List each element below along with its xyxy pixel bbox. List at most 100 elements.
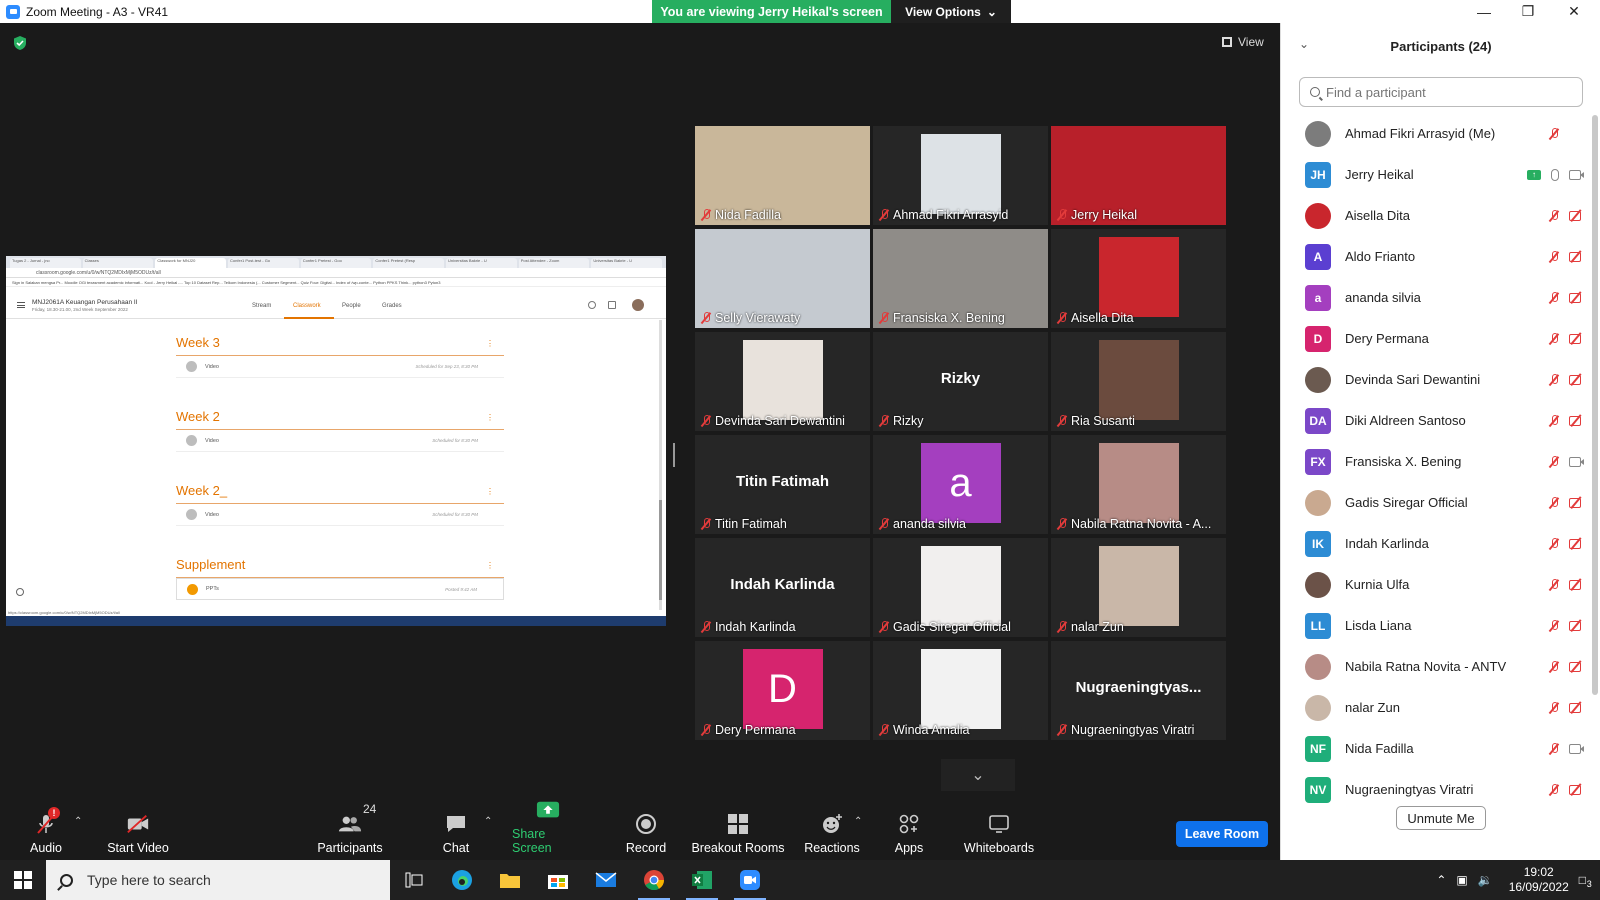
video-tile[interactable]: Jerry Heikal xyxy=(1051,126,1226,225)
participant-row[interactable]: Devinda Sari Dewantini xyxy=(1281,359,1591,400)
view-options-button[interactable]: View Options ⌄ xyxy=(891,0,1011,23)
search-input[interactable] xyxy=(1326,84,1566,100)
scrollbar[interactable] xyxy=(1592,115,1598,695)
tile-name-label: Nida Fadilla xyxy=(701,208,781,222)
participant-row[interactable]: Aisella Dita xyxy=(1281,195,1591,236)
taskbar-mail[interactable] xyxy=(582,860,630,900)
task-view-button[interactable] xyxy=(390,860,438,900)
chat-options-caret[interactable]: ⌃ xyxy=(484,816,492,827)
list-item: PPTs Posted 9:42 AM xyxy=(176,578,504,600)
taskbar-chrome[interactable] xyxy=(630,860,678,900)
video-tile[interactable]: nalar Zun xyxy=(1051,538,1226,637)
participant-row[interactable]: Kurnia Ulfa xyxy=(1281,564,1591,605)
record-button[interactable]: Record xyxy=(626,800,666,860)
taskbar-store[interactable] xyxy=(534,860,582,900)
profile-picture xyxy=(1098,443,1179,523)
gallery-next-button[interactable]: ⌄ xyxy=(941,759,1015,791)
participant-status xyxy=(1549,455,1585,468)
volume-icon[interactable]: 🔉 xyxy=(1478,873,1493,887)
audio-button[interactable]: ! Audio xyxy=(28,800,64,860)
participant-search[interactable] xyxy=(1299,77,1583,107)
chevron-up-icon[interactable]: ⌃ xyxy=(1436,873,1446,887)
shield-icon[interactable] xyxy=(12,35,28,51)
video-tile[interactable]: Rizky Rizky xyxy=(873,332,1048,431)
view-button[interactable]: View xyxy=(1222,35,1264,49)
minimize-button[interactable]: — xyxy=(1462,0,1506,23)
video-tile[interactable]: Fransiska X. Bening xyxy=(873,229,1048,328)
participant-row[interactable]: D Dery Permana xyxy=(1281,318,1591,359)
video-tile[interactable]: Ria Susanti xyxy=(1051,332,1226,431)
clock[interactable]: 19:02 16/09/2022 xyxy=(1509,865,1569,895)
start-video-button[interactable]: Start Video xyxy=(106,800,170,860)
video-off-icon xyxy=(1569,415,1585,426)
video-tile[interactable]: Gadis Siregar Official xyxy=(873,538,1048,637)
microphone-muted-icon xyxy=(879,621,889,633)
whiteboards-button[interactable]: Whiteboards xyxy=(964,800,1034,860)
video-tile[interactable]: Nida Fadilla xyxy=(695,126,870,225)
reactions-options-caret[interactable]: ⌃ xyxy=(854,816,862,827)
start-button[interactable] xyxy=(0,860,46,900)
maximize-button[interactable]: ❐ xyxy=(1506,0,1550,23)
avatar: IK xyxy=(1305,530,1331,557)
network-icon[interactable]: ▣ xyxy=(1456,873,1467,887)
video-tile[interactable]: Aisella Dita xyxy=(1051,229,1226,328)
video-tile[interactable]: a ananda silvia xyxy=(873,435,1048,534)
participant-row[interactable]: nalar Zun xyxy=(1281,687,1591,728)
resize-handle[interactable] xyxy=(673,443,675,467)
video-tile[interactable]: Ahmad Fikri Arrasyid xyxy=(873,126,1048,225)
participant-status xyxy=(1549,373,1585,386)
audio-options-caret[interactable]: ⌃ xyxy=(74,816,82,827)
video-tile[interactable]: Nabila Ratna Novita - A... xyxy=(1051,435,1226,534)
video-tile[interactable]: Indah Karlinda Indah Karlinda xyxy=(695,538,870,637)
participant-name: nalar Zun xyxy=(1345,700,1400,715)
profile-picture xyxy=(742,340,823,420)
participant-row[interactable]: IK Indah Karlinda xyxy=(1281,523,1591,564)
video-tile[interactable]: Winda Amalia xyxy=(873,641,1048,740)
participant-row[interactable]: LL Lisda Liana xyxy=(1281,605,1591,646)
share-screen-button[interactable]: Share Screen xyxy=(512,800,584,860)
more-icon: ⋮ xyxy=(486,487,494,496)
video-tile[interactable]: Devinda Sari Dewantini xyxy=(695,332,870,431)
participant-row[interactable]: FX Fransiska X. Bening xyxy=(1281,441,1591,482)
reactions-button[interactable]: Reactions xyxy=(804,800,860,860)
microphone-icon xyxy=(1551,168,1559,181)
view-options-label: View Options xyxy=(905,4,981,19)
tile-display-name: Indah Karlinda xyxy=(730,576,835,593)
participant-name: ananda silvia xyxy=(893,517,966,531)
participant-row[interactable]: a ananda silvia xyxy=(1281,277,1591,318)
taskbar-zoom[interactable] xyxy=(726,860,774,900)
video-tile[interactable]: Nugraeningtyas... Nugraeningtyas Viratri xyxy=(1051,641,1226,740)
participant-row[interactable]: DA Diki Aldreen Santoso xyxy=(1281,400,1591,441)
participant-row[interactable]: Ahmad Fikri Arrasyid (Me) xyxy=(1281,113,1591,154)
assignment-icon xyxy=(186,361,197,372)
taskbar-file-explorer[interactable] xyxy=(486,860,534,900)
video-tile[interactable]: Titin Fatimah Titin Fatimah xyxy=(695,435,870,534)
video-tile[interactable]: D Dery Permana xyxy=(695,641,870,740)
breakout-rooms-label: Breakout Rooms xyxy=(691,841,785,855)
shared-screen[interactable]: Tugas 2 - Jurnal - jno Classes Classwork f… xyxy=(6,256,666,626)
participants-icon xyxy=(338,813,362,835)
unmute-me-button[interactable]: Unmute Me xyxy=(1396,806,1486,830)
participant-name: Nugraeningtyas Viratri xyxy=(1345,782,1474,797)
participant-row[interactable]: NF Nida Fadilla xyxy=(1281,728,1591,769)
notification-center-icon[interactable]: □ 3 xyxy=(1579,873,1592,889)
taskbar-excel[interactable] xyxy=(678,860,726,900)
breakout-rooms-button[interactable]: Breakout Rooms xyxy=(690,800,786,860)
apps-button[interactable]: Apps xyxy=(892,800,926,860)
microphone-muted-icon xyxy=(1549,537,1559,550)
participant-row[interactable]: Nabila Ratna Novita - ANTV xyxy=(1281,646,1591,687)
tab-classwork: Classwork xyxy=(293,303,321,309)
close-button[interactable]: ✕ xyxy=(1552,0,1596,23)
leave-room-button[interactable]: Leave Room xyxy=(1176,821,1268,847)
microphone-muted-icon xyxy=(1057,312,1067,324)
chat-button[interactable]: Chat xyxy=(440,800,472,860)
taskbar-search[interactable]: Type here to search xyxy=(46,860,390,900)
participant-row[interactable]: JH Jerry Heikal ↑ xyxy=(1281,154,1591,195)
chat-icon xyxy=(444,813,468,835)
taskbar-edge[interactable] xyxy=(438,860,486,900)
video-tile[interactable]: Selly Vierawaty xyxy=(695,229,870,328)
participant-row[interactable]: A Aldo Frianto xyxy=(1281,236,1591,277)
participant-row[interactable]: NV Nugraeningtyas Viratri xyxy=(1281,769,1591,810)
participant-row[interactable]: Gadis Siregar Official xyxy=(1281,482,1591,523)
participant-name: Jerry Heikal xyxy=(1071,208,1137,222)
